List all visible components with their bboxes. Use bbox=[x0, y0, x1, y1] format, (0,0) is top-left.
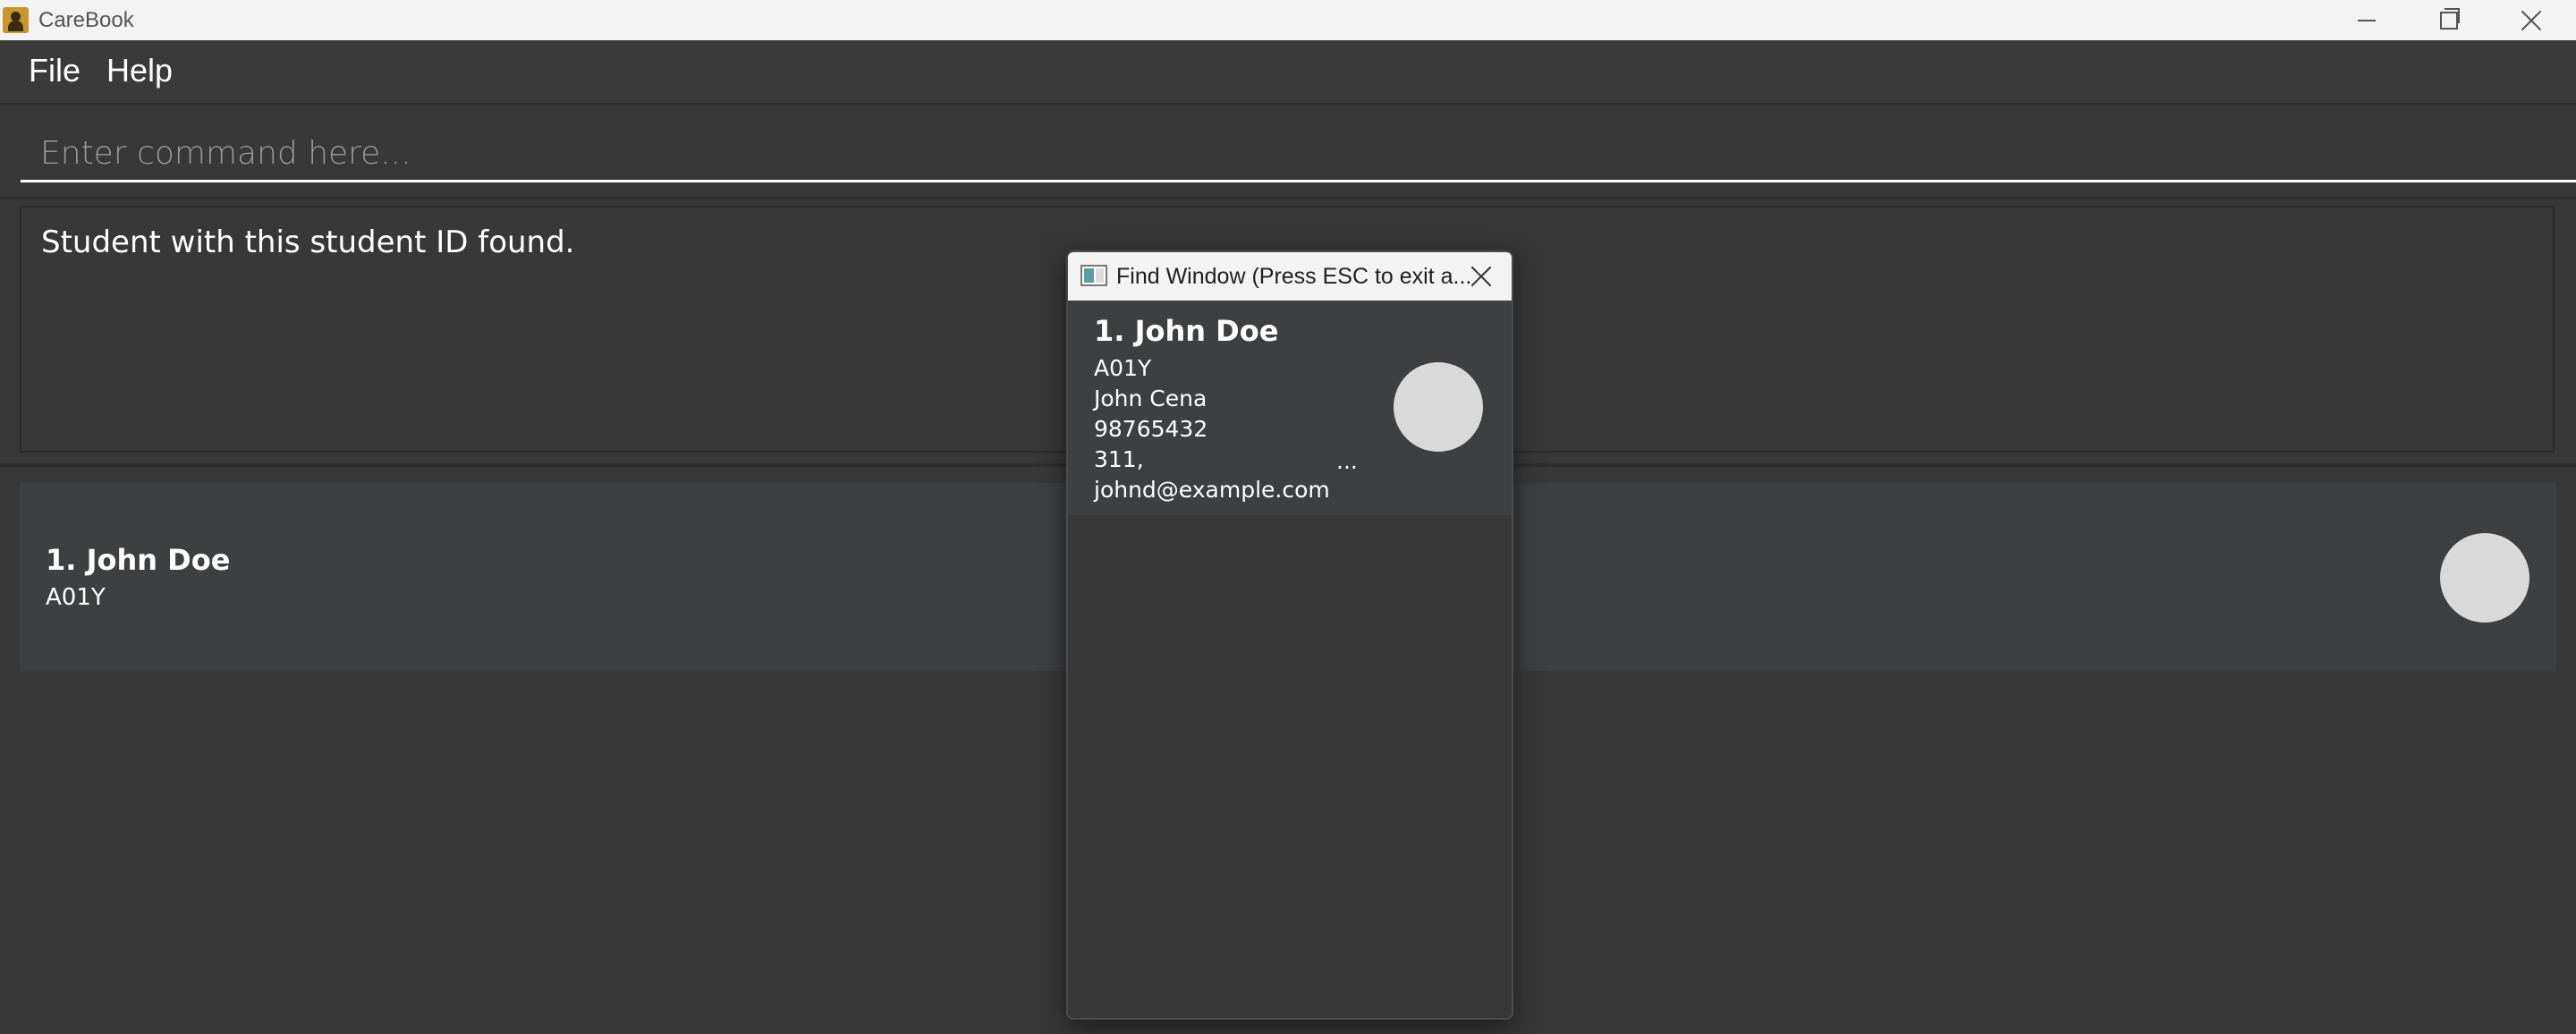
maximize-button[interactable] bbox=[2408, 0, 2490, 40]
carebook-app-icon bbox=[3, 7, 29, 33]
window-app-icon bbox=[1080, 265, 1107, 286]
menu-help[interactable]: Help bbox=[106, 51, 173, 90]
person-avatar bbox=[2440, 533, 2529, 623]
find-person-name: 1. John Doe bbox=[1094, 314, 1279, 348]
menu-bar: File Help bbox=[0, 40, 2576, 105]
find-person-address: 311, bbox=[1094, 446, 1144, 472]
find-result-card[interactable]: 1. John Doe A01Y John Cena 98765432 311,… bbox=[1068, 301, 1512, 515]
find-person-email: johnd@example.com bbox=[1094, 477, 1330, 503]
window-titlebar: CareBook bbox=[0, 0, 2576, 40]
restore-icon bbox=[2440, 7, 2460, 30]
result-message: Student with this student ID found. bbox=[41, 225, 575, 260]
menu-file[interactable]: File bbox=[29, 51, 80, 90]
find-person-avatar bbox=[1394, 362, 1483, 452]
command-input[interactable] bbox=[21, 126, 2576, 182]
close-button[interactable] bbox=[2490, 0, 2572, 40]
find-person-student-id: A01Y bbox=[1094, 355, 1152, 381]
person-name: 1. John Doe bbox=[46, 543, 231, 577]
find-person-guardian: John Cena bbox=[1094, 386, 1208, 411]
close-icon bbox=[2521, 10, 2542, 31]
find-window-titlebar: Find Window (Press ESC to exit a... bbox=[1068, 252, 1512, 301]
find-window-close-icon[interactable] bbox=[1470, 266, 1492, 287]
find-window-title: Find Window (Press ESC to exit a... bbox=[1116, 264, 1472, 289]
minimize-button[interactable] bbox=[2326, 0, 2408, 40]
window-title: CareBook bbox=[38, 8, 134, 32]
command-box bbox=[0, 105, 2576, 199]
find-person-phone: 98765432 bbox=[1094, 416, 1208, 442]
minimize-icon bbox=[2358, 19, 2376, 21]
person-student-id: A01Y bbox=[46, 584, 106, 611]
address-ellipsis: ... bbox=[1336, 448, 1358, 474]
find-window: Find Window (Press ESC to exit a... 1. J… bbox=[1066, 250, 1513, 1020]
